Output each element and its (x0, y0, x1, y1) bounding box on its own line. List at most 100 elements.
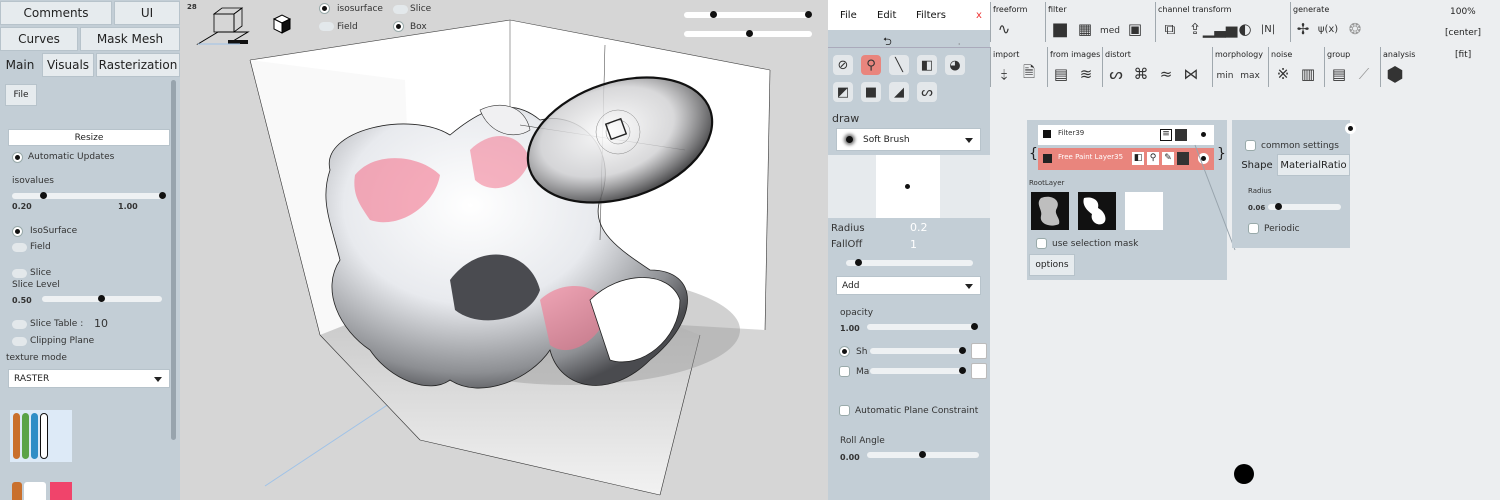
sh-slider[interactable] (870, 347, 966, 354)
group-icon[interactable]: ▤ (1329, 64, 1349, 84)
tab-ui[interactable]: UI (114, 1, 180, 25)
brush-icon[interactable]: ⚲ (1147, 152, 1159, 165)
generate-spark-icon[interactable]: ✢ (1293, 19, 1313, 39)
tab-material-ratio[interactable]: MaterialRatio (1277, 154, 1350, 176)
field-toggle[interactable] (12, 243, 27, 252)
bottom-swatch-orange[interactable] (12, 482, 22, 500)
iso-min-knob[interactable] (40, 192, 47, 199)
center-link[interactable]: [center] (1445, 28, 1481, 38)
slice-toggle[interactable] (12, 269, 27, 278)
morph-max-icon[interactable]: max (1240, 66, 1260, 86)
shape-tool-icon[interactable]: ◢ (889, 82, 909, 102)
sh-radio[interactable] (839, 346, 850, 357)
line-tool-icon[interactable]: ╲ (889, 55, 909, 75)
texture-mode-select[interactable]: RASTER (8, 369, 170, 388)
scene-render[interactable] (180, 0, 828, 500)
sphere-tool-icon[interactable]: ◕ (945, 55, 965, 75)
viewport-slider-1[interactable] (684, 11, 812, 18)
filter-node-row[interactable]: Filter39 ≡ (1038, 125, 1214, 145)
shape-radius-slider[interactable] (1268, 203, 1341, 210)
isovalues-slider[interactable] (12, 192, 166, 199)
tab-visuals[interactable]: Visuals (42, 53, 94, 77)
close-icon[interactable]: x (976, 10, 982, 21)
box-view-radio[interactable] (393, 21, 404, 32)
square-tool-icon[interactable]: ■ (861, 82, 881, 102)
resize-button[interactable]: Resize (8, 129, 170, 146)
morph-min-icon[interactable]: min (1215, 66, 1235, 86)
node-graph-area[interactable]: freeform filter channel transform genera… (990, 0, 1500, 500)
box-select-icon[interactable]: ◩ (833, 82, 853, 102)
shape-radius-knob[interactable] (1275, 203, 1282, 210)
slice-level-knob[interactable] (98, 295, 105, 302)
periodic-checkbox[interactable] (1248, 223, 1259, 234)
viewport-slider-1-end[interactable] (805, 11, 812, 18)
sh-knob[interactable] (959, 347, 966, 354)
no-tool-icon[interactable]: ⊘ (833, 55, 853, 75)
opacity-slider[interactable] (867, 323, 978, 330)
tab-comments[interactable]: Comments (0, 1, 112, 25)
group-brush-icon[interactable]: ⟋ (1354, 64, 1374, 84)
noise-icon[interactable]: ※ (1273, 64, 1293, 84)
filter-square-icon[interactable]: ■ (1050, 19, 1070, 40)
isosurface-radio[interactable] (12, 226, 23, 237)
generate-swirl-icon[interactable]: ❂ (1345, 19, 1365, 39)
layer-thumbnail-2[interactable] (1078, 192, 1116, 230)
viewport-slider-2-knob[interactable] (746, 30, 753, 37)
left-panel-scrollbar[interactable] (171, 80, 176, 440)
file-button[interactable]: File (5, 84, 37, 106)
settings-node[interactable]: common settings Shape MaterialRatio Radi… (1232, 120, 1356, 248)
tab-main[interactable]: Main (0, 53, 40, 77)
color-swatch-preview[interactable] (10, 410, 72, 462)
settings-node-port[interactable] (1345, 123, 1356, 134)
iso-max-knob[interactable] (159, 192, 166, 199)
import-icon[interactable]: ⤈ (994, 64, 1014, 84)
slice-view-toggle[interactable] (393, 5, 408, 14)
ma-slider[interactable] (870, 367, 966, 374)
from-image-stack-icon[interactable]: ≋ (1076, 64, 1096, 84)
histogram-icon[interactable]: ▁▃▅ (1203, 19, 1238, 39)
paint-icon[interactable]: ✎ (1162, 152, 1174, 165)
brush-select[interactable]: Soft Brush (836, 128, 981, 151)
layer-thumbnail-3[interactable] (1125, 192, 1163, 230)
filter-grid-icon[interactable]: ▦ (1075, 19, 1095, 39)
analysis-hexagon-icon[interactable]: ⬢ (1385, 62, 1405, 86)
falloff-knob[interactable] (855, 259, 862, 266)
clipping-toggle[interactable] (12, 337, 27, 346)
opacity-knob[interactable] (971, 323, 978, 330)
cube-icon[interactable]: ◧ (1132, 152, 1144, 165)
menu-file[interactable]: File (840, 10, 857, 21)
roll-angle-slider[interactable] (867, 451, 979, 458)
layers-icon[interactable] (1177, 152, 1189, 165)
tab-shape[interactable]: Shape (1238, 154, 1276, 176)
fit-link[interactable]: [fit] (1455, 50, 1471, 60)
distort-swirl-icon[interactable]: ᔕ (1106, 64, 1126, 84)
filter-node-port[interactable] (1201, 132, 1206, 137)
ma-checkbox[interactable] (839, 366, 850, 377)
layers-icon[interactable] (1175, 129, 1187, 141)
median-filter-icon[interactable]: med (1100, 21, 1120, 41)
field-view-toggle[interactable] (319, 22, 334, 31)
ma-color-swatch[interactable] (971, 363, 987, 379)
falloff-slider[interactable] (846, 259, 973, 266)
normalize-icon[interactable]: |N| (1258, 19, 1278, 39)
freeform-curve-icon[interactable]: ∿ (994, 19, 1014, 39)
distort-pinch-icon[interactable]: ⌘ (1131, 64, 1151, 84)
tab-rasterization[interactable]: Rasterization (96, 53, 180, 77)
menu-filters[interactable]: Filters (916, 10, 946, 21)
slice-level-slider[interactable] (42, 295, 162, 302)
layer-thumbnail-1[interactable] (1031, 192, 1069, 230)
viewport-slider-1-knob[interactable] (710, 11, 717, 18)
viewport-slider-2[interactable] (684, 30, 812, 37)
list-icon[interactable]: ≡ (1160, 129, 1172, 141)
generate-psi-icon[interactable]: ψ(x) (1318, 19, 1338, 39)
smudge-tool-icon[interactable]: ᔕ (917, 82, 937, 102)
tab-curves[interactable]: Curves (0, 27, 78, 51)
channel-split-icon[interactable]: ⧉ (1160, 19, 1180, 39)
plane-constraint-checkbox[interactable] (839, 405, 850, 416)
cube-icon[interactable] (270, 12, 294, 36)
isosurface-view-radio[interactable] (319, 3, 330, 14)
common-settings-checkbox[interactable] (1245, 140, 1256, 151)
options-button[interactable]: options (1029, 254, 1075, 276)
selection-mask-checkbox[interactable] (1036, 238, 1047, 249)
bottom-swatch-white[interactable] (24, 482, 46, 500)
